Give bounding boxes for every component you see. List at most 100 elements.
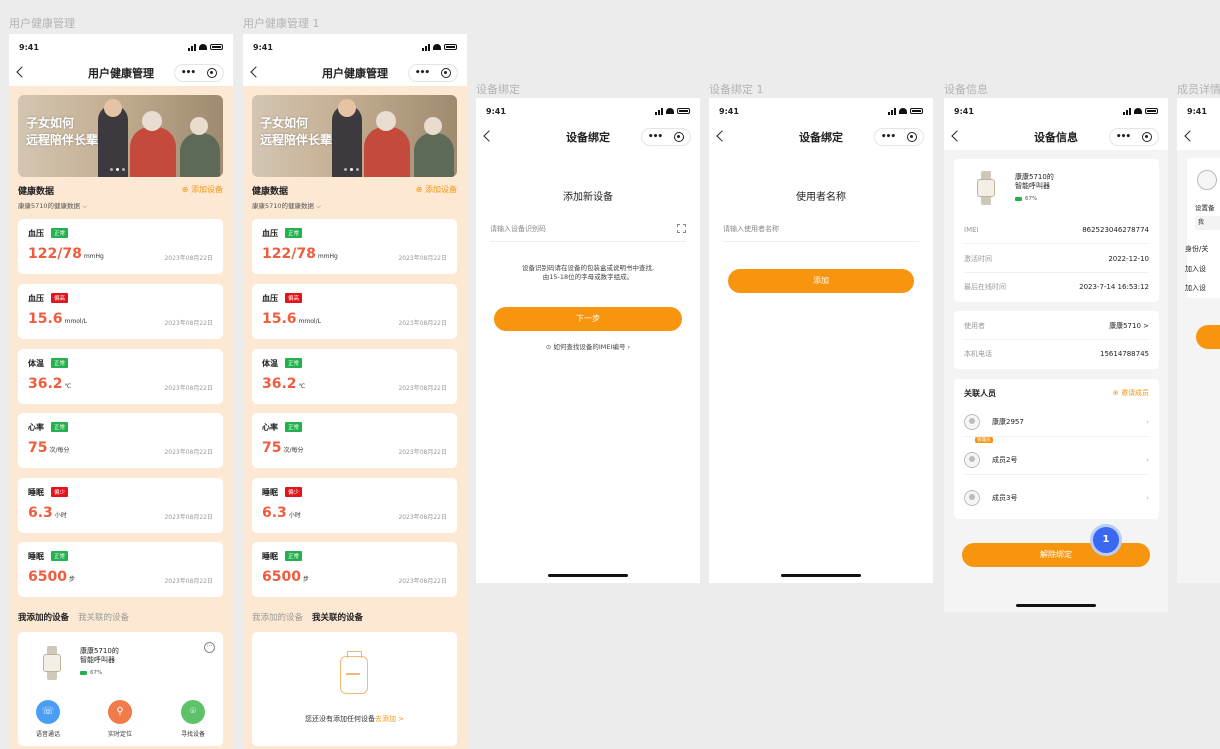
more-icon[interactable]: ••• xyxy=(648,132,663,142)
battery-icon xyxy=(677,108,690,114)
metric-card[interactable]: 血压 偏高 15.6 mmol/L 2023年08月22日 xyxy=(252,284,457,339)
metric-card[interactable]: 心率 正常 75 次/每分 2023年08月22日 xyxy=(18,413,223,468)
metric-card[interactable]: 体温 正常 36.2 ℃ 2023年08月22日 xyxy=(18,349,223,404)
page-title: 设备信息 xyxy=(1034,131,1078,144)
member-row[interactable]: 管理员 康康2957 › xyxy=(964,407,1149,443)
member-card: 设置备 我 xyxy=(1187,158,1220,298)
tab-my-devices[interactable]: 我添加的设备 xyxy=(18,613,69,623)
metric-value-block: 15.6 mmol/L xyxy=(28,311,87,327)
metric-card[interactable]: 血压 正常 122/78 mmHg 2023年08月22日 xyxy=(252,219,457,274)
metric-card[interactable]: 睡眠 偏少 6.3 小时 2023年08月22日 xyxy=(252,478,457,533)
identity-row[interactable]: 身份/关 xyxy=(1185,244,1208,254)
metric-value-block: 6500 步 xyxy=(28,569,75,585)
back-icon[interactable] xyxy=(951,130,963,142)
device-selector[interactable]: 康康5710的健康数据 ⌵ xyxy=(252,200,457,211)
scan-icon[interactable] xyxy=(677,224,686,233)
mini-capsule[interactable]: ••• xyxy=(174,64,224,82)
invite-member-button[interactable]: ⊕ 邀请成员 xyxy=(1113,388,1149,398)
status-bar: 9:41 xyxy=(944,98,1168,124)
metric-card[interactable]: 血压 正常 122/78 mmHg 2023年08月22日 xyxy=(18,219,223,274)
next-button[interactable]: 下一步 xyxy=(494,307,682,331)
metric-status-badge: 正常 xyxy=(285,551,303,561)
info-key: 最后在线时间 xyxy=(964,283,1006,291)
avatar-icon xyxy=(964,413,980,430)
back-icon[interactable] xyxy=(483,130,495,142)
watch-outline-icon xyxy=(340,651,368,694)
back-icon[interactable] xyxy=(250,66,262,78)
add-device-button[interactable]: ⊕ 添加设备 xyxy=(182,184,223,195)
close-target-icon[interactable] xyxy=(674,132,685,142)
device-action[interactable]: ⚲ 实时定位 xyxy=(100,700,140,738)
mini-capsule[interactable]: ••• xyxy=(1109,128,1159,146)
tab-my-devices[interactable]: 我添加的设备 xyxy=(252,613,303,623)
member-row[interactable]: 成员2号 › xyxy=(964,445,1149,475)
add-device-button[interactable]: ⊕ 添加设备 xyxy=(416,184,457,195)
metric-value-block: 75 次/每分 xyxy=(262,440,304,456)
metric-label: 血压 xyxy=(262,294,278,303)
frame-label-device-info: 设备信息 xyxy=(944,83,988,96)
more-options-icon[interactable]: ··· xyxy=(204,642,215,653)
banner[interactable]: 子女如何 远程陪伴长辈 xyxy=(18,95,223,177)
device-action-label: 实时定位 xyxy=(107,731,132,738)
more-icon[interactable]: ••• xyxy=(181,68,196,78)
device-name-line1: 康康5710的 xyxy=(1015,173,1054,181)
imei-help-link[interactable]: ⊙ 如何查找设备的IMEI编号 › xyxy=(476,341,700,351)
device-card[interactable]: 康康5710的 智能呼叫器 67% ··· ☏ 语音通话 ⚲ 实时定位 ⌾ 寻找设备 xyxy=(18,632,223,746)
metric-value-block: 6.3 小时 xyxy=(262,505,301,521)
close-target-icon[interactable] xyxy=(441,68,452,78)
close-target-icon[interactable] xyxy=(1142,132,1153,142)
confirm-button[interactable] xyxy=(1196,325,1220,349)
member-row[interactable]: 成员3号 › xyxy=(964,483,1149,513)
device-action[interactable]: ⌾ 寻找设备 xyxy=(173,700,213,738)
tab-linked-devices[interactable]: 我关联的设备 xyxy=(312,613,363,623)
more-icon[interactable]: ••• xyxy=(415,68,430,78)
metric-card[interactable]: 睡眠 正常 6500 步 2023年08月22日 xyxy=(18,542,223,597)
battery-icon xyxy=(910,108,923,114)
device-name-line2: 智能呼叫器 xyxy=(1015,182,1050,190)
user-row[interactable]: 使用者 康康5710 > xyxy=(964,312,1149,340)
device-selector-label: 康康5710的健康数据 xyxy=(252,202,315,210)
metric-value: 15.6 xyxy=(262,311,297,327)
mini-capsule[interactable]: ••• xyxy=(641,128,691,146)
metric-card[interactable]: 睡眠 正常 6500 步 2023年08月22日 xyxy=(252,542,457,597)
metric-label: 睡眠 xyxy=(28,488,44,497)
info-row: 最后在线时间 2023-7-14 16:53:12 xyxy=(964,273,1149,301)
metric-card[interactable]: 体温 正常 36.2 ℃ 2023年08月22日 xyxy=(252,349,457,404)
metric-card[interactable]: 睡眠 偏少 6.3 小时 2023年08月22日 xyxy=(18,478,223,533)
bind-screen: 9:41 设备绑定 ••• 添加新设备 请输入设备识别码 设备识别码请在设备的包… xyxy=(476,98,700,583)
banner[interactable]: 子女如何 远程陪伴长辈 xyxy=(252,95,457,177)
metric-status-badge: 偏少 xyxy=(285,487,303,497)
status-bar: 9:41 xyxy=(1177,98,1220,124)
metric-unit: mmol/L xyxy=(64,318,87,325)
mini-capsule[interactable]: ••• xyxy=(874,128,924,146)
join-row-2[interactable]: 加入设 xyxy=(1185,283,1206,293)
member-name-input[interactable]: 我 xyxy=(1195,216,1220,230)
close-target-icon[interactable] xyxy=(907,132,918,142)
back-icon[interactable] xyxy=(1184,130,1196,142)
wifi-icon xyxy=(666,108,674,114)
battery-icon xyxy=(210,44,223,50)
more-icon[interactable]: ••• xyxy=(1116,132,1131,142)
metric-date: 2023年08月22日 xyxy=(398,385,447,392)
unbind-button[interactable]: 解除绑定 xyxy=(962,543,1150,567)
info-key: IMEI xyxy=(964,225,979,234)
metric-card[interactable]: 血压 偏高 15.6 mmol/L 2023年08月22日 xyxy=(18,284,223,339)
metric-card[interactable]: 心率 正常 75 次/每分 2023年08月22日 xyxy=(252,413,457,468)
more-icon[interactable]: ••• xyxy=(881,132,896,142)
back-icon[interactable] xyxy=(716,130,728,142)
mini-capsule[interactable]: ••• xyxy=(408,64,458,82)
back-icon[interactable] xyxy=(16,66,28,78)
tab-linked-devices[interactable]: 我关联的设备 xyxy=(78,613,129,623)
device-selector[interactable]: 康康5710的健康数据 ⌵ xyxy=(18,200,223,211)
setting-label: 设置备 xyxy=(1195,204,1215,212)
page-title: 用户健康管理 xyxy=(88,67,154,80)
add-button[interactable]: 添加 xyxy=(728,269,914,293)
device-code-input[interactable]: 请输入设备识别码 xyxy=(490,216,686,242)
chevron-right-icon: › xyxy=(1146,455,1149,464)
device-action[interactable]: ☏ 语音通话 xyxy=(28,700,68,738)
join-row-1[interactable]: 加入设 xyxy=(1185,264,1206,274)
user-name-input[interactable]: 请输入使用者名称 xyxy=(723,216,919,242)
go-add-link[interactable]: 去添加 > xyxy=(375,715,404,723)
close-target-icon[interactable] xyxy=(207,68,218,78)
metric-unit: 次/每分 xyxy=(49,447,70,454)
